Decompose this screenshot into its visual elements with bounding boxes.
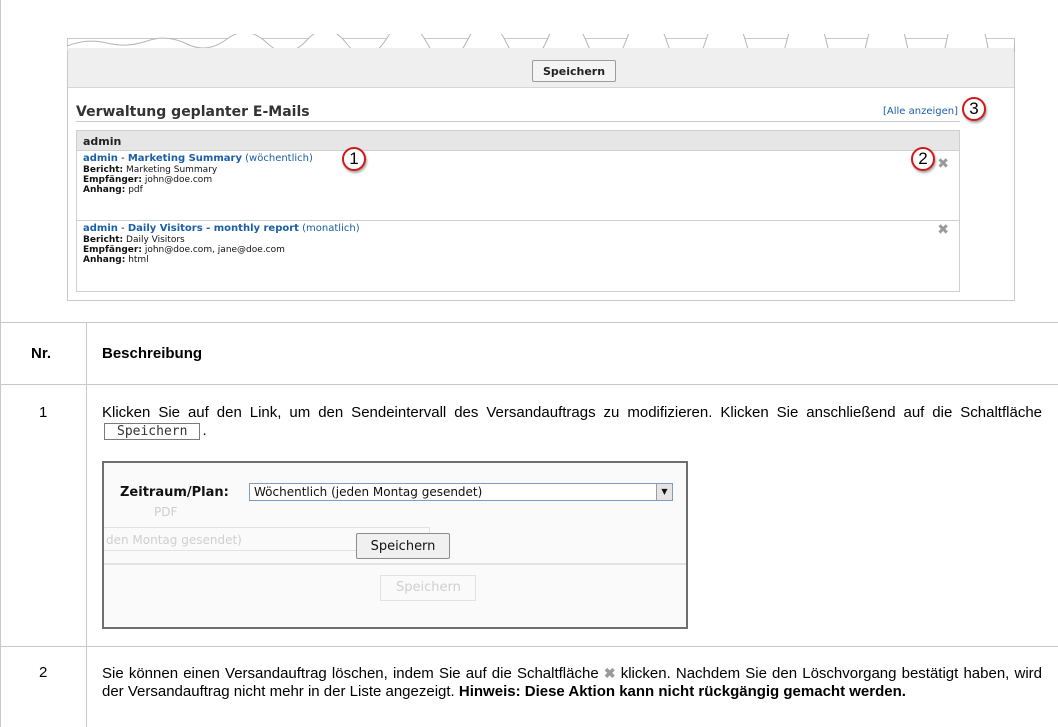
schedule-label: Zeitraum/Plan:	[120, 485, 229, 500]
report-name[interactable]: Marketing Summary	[128, 153, 242, 164]
recipient-value: john@doe.com, jane@doe.com	[144, 245, 285, 255]
recipient-value: john@doe.com	[144, 175, 213, 185]
save-button[interactable]: Speichern	[532, 60, 616, 82]
ghost-text: Speichern	[396, 580, 461, 595]
report-name[interactable]: Daily Visitors - monthly report	[128, 223, 299, 234]
description-text: Klicken Sie auf den Link, um den Sendein…	[102, 404, 1042, 421]
report-row: admin - Marketing Summary (wöchentlich) …	[77, 151, 959, 221]
callout-2: 2	[911, 147, 935, 171]
description-text: Sie können einen Versandauftrag löschen,…	[102, 665, 599, 682]
document-page: Speichern Verwaltung geplanter E-Mails […	[0, 0, 1058, 727]
report-value: Daily Visitors	[126, 235, 185, 245]
screenshot-figure: Speichern Verwaltung geplanter E-Mails […	[1, 0, 1058, 323]
ghost-text: den Montag gesendet)	[106, 533, 242, 547]
section-divider	[76, 121, 960, 122]
report-user: admin	[83, 153, 118, 164]
row-number: 2	[39, 664, 48, 681]
warning-note: Hinweis: Diese Aktion kann nicht rückgän…	[458, 683, 906, 700]
attachment-label: Anhang:	[83, 255, 126, 265]
row-divider	[1, 646, 1058, 647]
row-number: 1	[39, 404, 48, 421]
group-header: admin	[77, 131, 959, 151]
separator: -	[117, 153, 128, 164]
report-label: Bericht:	[83, 165, 124, 175]
row-description: Klicken Sie auf den Link, um den Sendein…	[102, 404, 1042, 440]
delete-x-icon[interactable]: ✖	[937, 157, 949, 171]
attachment-value: html	[128, 255, 149, 265]
attachment-label: Anhang:	[83, 185, 126, 195]
show-all-link[interactable]: [Alle anzeigen]	[883, 106, 958, 117]
schedule-select[interactable]: Wöchentlich (jeden Montag gesendet) ▼	[249, 483, 673, 501]
report-title[interactable]: admin - Marketing Summary (wöchentlich)	[83, 153, 953, 165]
report-row: admin - Daily Visitors - monthly report …	[77, 221, 959, 291]
attachment-value: pdf	[128, 185, 143, 195]
col-header-description: Beschreibung	[102, 345, 203, 362]
recipient-label: Empfänger:	[83, 245, 142, 255]
schedule-selected-value: Wöchentlich (jeden Montag gesendet)	[254, 485, 483, 499]
scheduled-emails-table: admin admin - Marketing Summary (wöchent…	[76, 130, 960, 292]
dropdown-arrow-icon[interactable]: ▼	[656, 484, 672, 500]
description-text: .	[202, 422, 207, 439]
save-button[interactable]: Speichern	[356, 533, 450, 559]
report-interval-link[interactable]: (monatlich)	[302, 223, 359, 234]
ghost-divider	[104, 563, 686, 565]
section-title: Verwaltung geplanter E-Mails	[76, 104, 310, 120]
ghost-text: PDF	[154, 505, 178, 519]
report-interval-link[interactable]: (wöchentlich)	[245, 153, 313, 164]
callout-3: 3	[962, 97, 986, 121]
x-icon: ✖	[603, 665, 616, 681]
report-value: Marketing Summary	[126, 165, 218, 175]
row-divider	[1, 384, 1058, 385]
report-user: admin	[83, 223, 118, 234]
report-title[interactable]: admin - Daily Visitors - monthly report …	[83, 223, 953, 235]
recipient-label: Empfänger:	[83, 175, 142, 185]
col-header-nr: Nr.	[31, 345, 52, 362]
schedule-dialog-screenshot: PDF den Montag gesendet) Speichern Zeitr…	[102, 461, 688, 629]
callout-1: 1	[342, 147, 366, 171]
row-description: Sie können einen Versandauftrag löschen,…	[102, 664, 1042, 701]
report-label: Bericht:	[83, 235, 124, 245]
save-button-reference: Speichern	[104, 423, 201, 440]
separator: -	[117, 223, 128, 234]
delete-x-icon[interactable]: ✖	[937, 223, 949, 237]
